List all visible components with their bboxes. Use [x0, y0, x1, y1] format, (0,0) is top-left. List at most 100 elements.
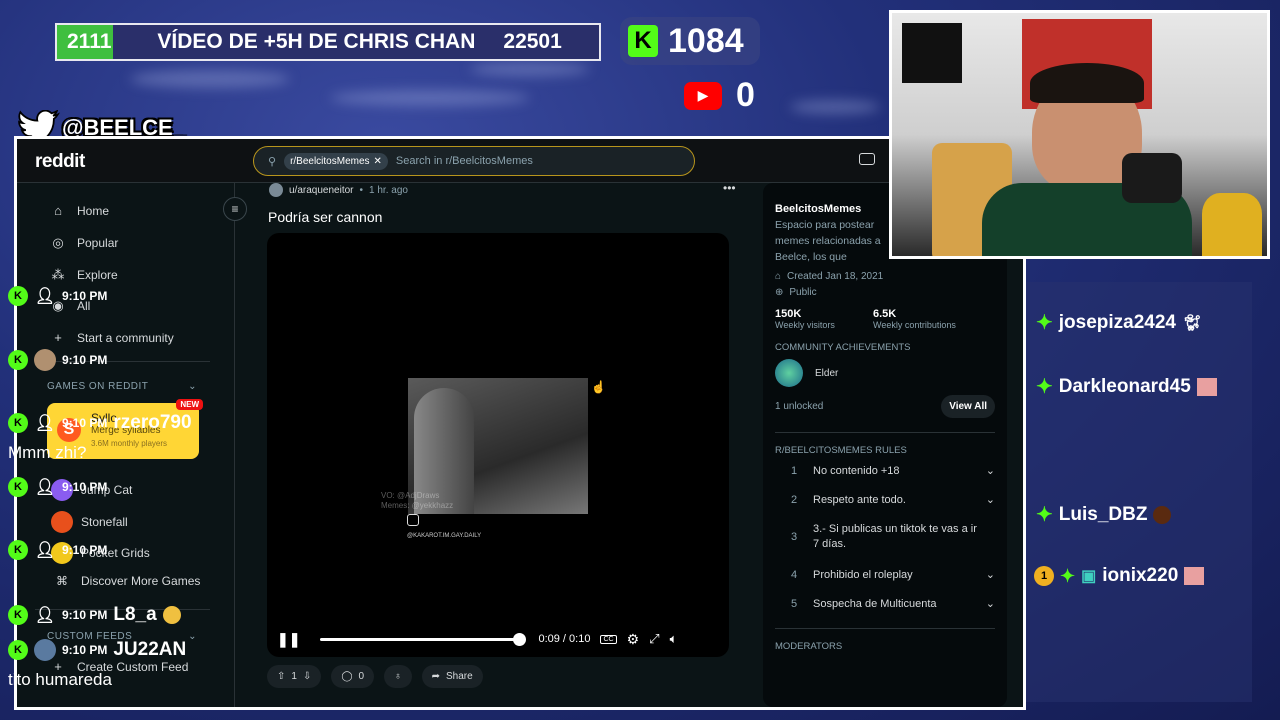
pause-icon[interactable]: ❚❚	[277, 631, 300, 648]
fullscreen-icon[interactable]: ⤢	[649, 631, 659, 647]
kick-badge-icon: K	[8, 350, 28, 370]
gift-icon: ▣	[1081, 568, 1097, 585]
streamer-hair	[1030, 63, 1144, 103]
community-sidebar: BeelcitosMemes Espacio para postear meme…	[763, 183, 1007, 707]
moderators-header: MODERATORS	[775, 641, 843, 652]
figure-right	[1202, 193, 1262, 256]
discover-games[interactable]: ⌘ Discover More Games	[51, 574, 200, 588]
chat-time: 9:10 PM	[62, 353, 108, 367]
post-actions: ⇧ 1 ⇩ ◯ 0 ♁ ➦ Share	[267, 665, 483, 688]
chat-message: ✦ Luis_DBZ	[1036, 502, 1172, 527]
search-input[interactable]: Search in r/BeelcitosMemes	[396, 155, 533, 167]
reddit-header: reddit ⚲ r/BeelcitosMemes ✕ Search in r/…	[17, 139, 1023, 183]
share-icon: ➦	[431, 671, 440, 682]
stats-row: 150K Weekly visitors 6.5K Weekly contribut…	[775, 308, 995, 330]
game-stonefall[interactable]: Stonefall	[51, 511, 128, 533]
chat-text: Mmm zhi?	[8, 443, 87, 462]
goal-target: 22501	[503, 30, 562, 53]
vote-button[interactable]: ⇧ 1 ⇩	[267, 665, 322, 688]
sidebar-item-label: Start a community	[77, 330, 174, 345]
rule-item[interactable]: 4 Prohibido el roleplay ⌄	[775, 560, 995, 589]
rule-item[interactable]: 3 3.- Si publicas un tiktok te vas a ir 7…	[775, 514, 995, 560]
avatar[interactable]	[269, 183, 283, 197]
rule-item[interactable]: 2 Respeto ante todo. ⌄	[775, 485, 995, 514]
sidebar-item-popular[interactable]: ◎ Popular	[51, 235, 118, 251]
sub-badge-icon: 1	[1034, 566, 1054, 586]
chip-label: r/BeelcitosMemes	[290, 155, 370, 167]
captions-icon[interactable]: CC	[600, 634, 617, 644]
chat-message: ✦ Darkleonard45	[1036, 374, 1217, 399]
kick-counter: K 1084	[620, 17, 760, 65]
achievement-name: Elder	[815, 367, 839, 379]
rule-text: 3.- Si publicas un tiktok te vas a ir 7 …	[813, 523, 977, 550]
video-progress-bar[interactable]	[320, 632, 527, 646]
chat-message: K 👤︎ 9:10 PM	[8, 477, 107, 497]
rule-item[interactable]: 5 Sospecha de Multicuenta ⌄	[775, 589, 995, 618]
chat-user[interactable]: rzero790	[113, 412, 191, 434]
more-options-icon[interactable]: •••	[723, 181, 736, 195]
unlocked-count: 1 unlocked	[775, 401, 824, 412]
chevron-down-icon: ⌄	[985, 569, 995, 581]
chat-message: K 👤︎ 9:10 PM	[8, 540, 107, 560]
vote-count: 1	[291, 671, 297, 682]
volume-icon[interactable]: 🔈︎	[670, 631, 678, 647]
post-time: 1 hr. ago	[369, 184, 408, 196]
avatar	[34, 639, 56, 661]
chat-user[interactable]: Darkleonard45	[1059, 376, 1191, 398]
sidebar-item-start-community[interactable]: + Start a community	[51, 330, 174, 345]
upvote-icon[interactable]: ⇧	[277, 671, 285, 682]
downvote-icon[interactable]: ⇩	[303, 671, 311, 682]
gamepad-icon: ⌘	[56, 574, 68, 588]
chevron-down-icon: ⌄	[985, 494, 995, 506]
chat-user[interactable]: ionix220	[1102, 565, 1178, 587]
search-bar[interactable]: ⚲ r/BeelcitosMemes ✕ Search in r/Beelcit…	[253, 146, 695, 176]
user-avatar-icon: 👤︎	[34, 542, 56, 559]
emote-icon	[1153, 505, 1172, 524]
close-icon[interactable]: ✕	[374, 156, 382, 167]
rule-number: 2	[791, 493, 798, 506]
emote-icon: 🐩︎	[1182, 314, 1203, 332]
menu-toggle-button[interactable]: ≡	[223, 197, 247, 221]
chat-user[interactable]: JU22AN	[113, 639, 186, 661]
settings-gear-icon[interactable]: ⚙	[627, 631, 640, 648]
user-avatar-icon: 👤︎	[34, 288, 56, 305]
user-avatar-icon: 👤︎	[34, 415, 56, 432]
sparkle-icon: ✦	[1060, 565, 1076, 586]
watermark-account: @KAKAROT.IM.GAY.DAILY	[407, 533, 482, 539]
goal-current: 2111	[67, 30, 112, 53]
comments-button[interactable]: ◯ 0	[331, 665, 375, 688]
youtube-counter: ▶ 0	[684, 76, 755, 115]
contributions-label: Weekly contributions	[873, 320, 956, 330]
kick-badge-icon: K	[8, 286, 28, 306]
sparkle-icon: ✦	[1036, 312, 1053, 334]
youtube-count: 0	[736, 76, 755, 114]
separator-dot: •	[359, 184, 364, 196]
chat-message: 1 ✦ ▣ ionix220	[1034, 565, 1205, 587]
sidebar-item-explore[interactable]: ⁂ Explore	[51, 267, 118, 283]
wall-poster	[902, 23, 962, 83]
view-all-button[interactable]: View All	[941, 395, 995, 418]
chat-user[interactable]: Luis_DBZ	[1059, 504, 1148, 526]
reddit-logo[interactable]: reddit	[35, 151, 85, 173]
achievement-row[interactable]: Elder	[775, 359, 995, 387]
video-player[interactable]: VO: @AdjDraws Memes: @yekkhazz @KAKAROT.…	[267, 233, 729, 657]
chat-message-text: tito humareda	[8, 670, 112, 690]
chat-user[interactable]: josepiza2424	[1059, 312, 1176, 334]
user-avatar-icon: 👤︎	[34, 479, 56, 496]
advertise-icon[interactable]	[859, 153, 875, 165]
share-button[interactable]: ➦ Share	[421, 665, 483, 688]
chat-text: tito humareda	[8, 670, 112, 689]
cloud	[330, 90, 530, 106]
post-title: Podría ser cannon	[268, 209, 383, 225]
progress-knob[interactable]	[513, 632, 527, 646]
search-community-chip[interactable]: r/BeelcitosMemes ✕	[284, 152, 388, 170]
rule-item[interactable]: 1 No contenido +18 ⌄	[775, 456, 995, 485]
award-button[interactable]: ♁	[384, 665, 412, 688]
post-author[interactable]: u/araqueneitor	[289, 185, 354, 196]
chat-user[interactable]: L8_a	[113, 604, 156, 626]
games-section-header[interactable]: GAMES ON REDDIT ⌄	[47, 381, 197, 392]
sidebar-item-home[interactable]: ⌂ Home	[51, 203, 109, 218]
visibility-row: ⊕ Public	[775, 287, 995, 298]
goal-bar: 2111 VÍDEO DE +5H DE CHRIS CHAN 22501	[55, 23, 601, 61]
kick-badge-icon: K	[8, 413, 28, 433]
